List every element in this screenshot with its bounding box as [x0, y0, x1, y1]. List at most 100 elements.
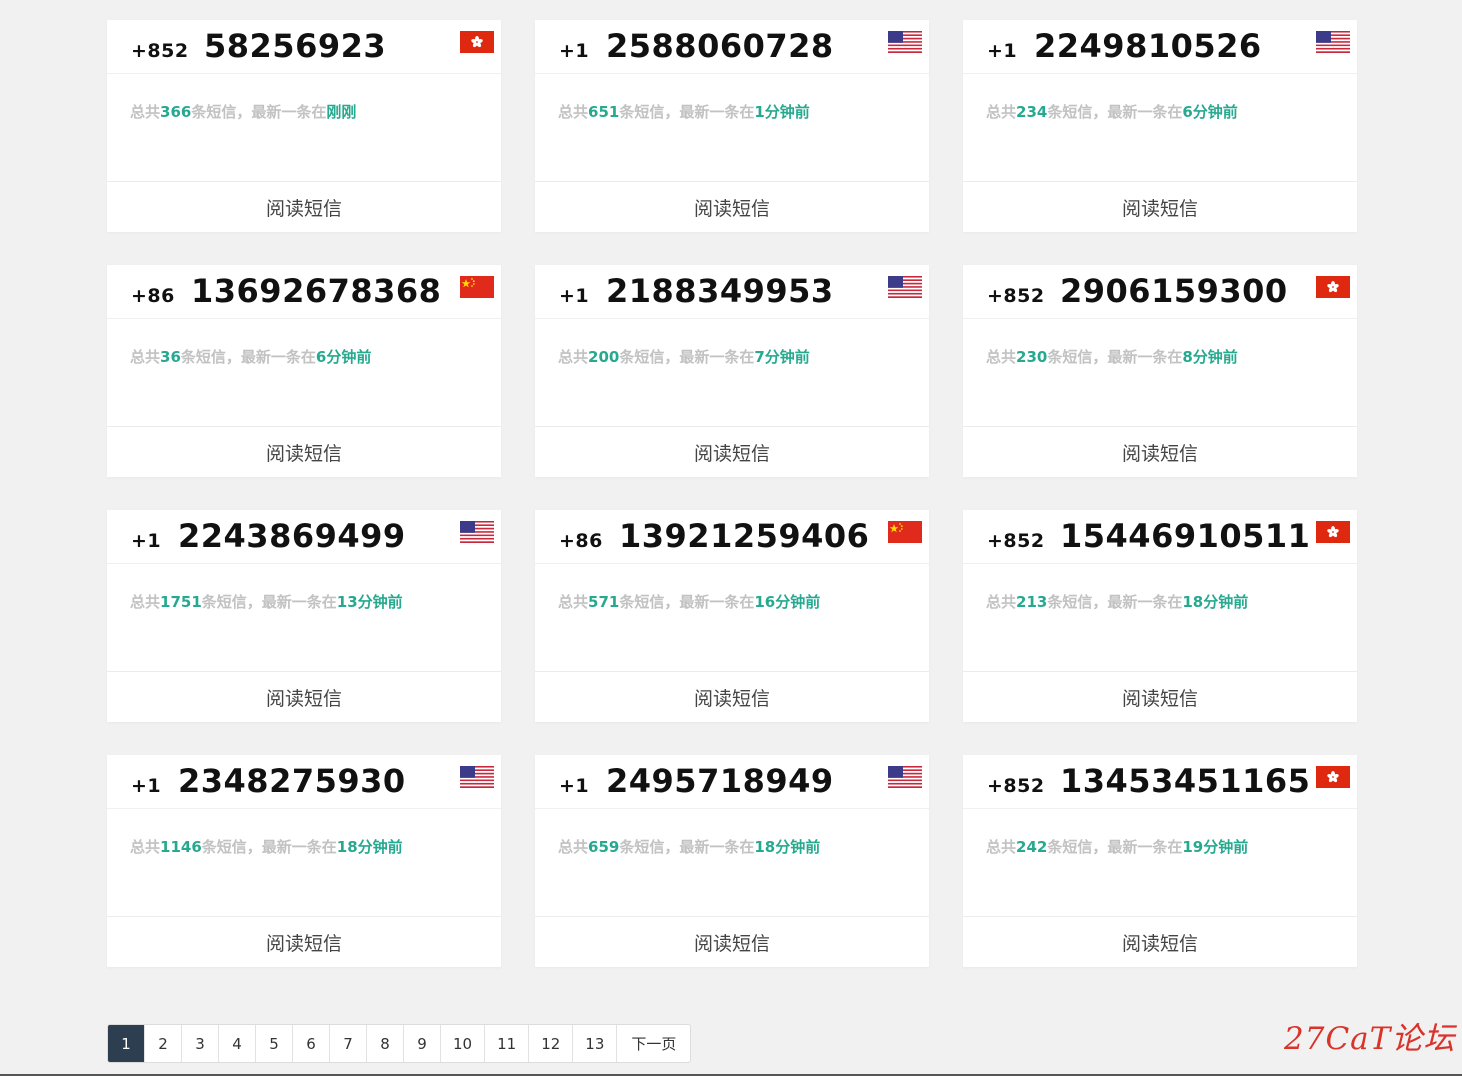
sms-count: 36: [160, 348, 181, 366]
read-sms-button[interactable]: 阅读短信: [963, 917, 1357, 967]
summary-prefix: 总共: [558, 103, 589, 121]
card-header: +86 13921259406: [535, 510, 929, 564]
page-button-10[interactable]: 10: [441, 1025, 486, 1062]
card-header: +1 2495718949: [535, 755, 929, 809]
latest-time: 19分钟前: [1182, 838, 1249, 856]
page-button-6[interactable]: 6: [293, 1025, 330, 1062]
summary-prefix: 总共: [986, 838, 1017, 856]
hk-flag-icon: [1316, 521, 1350, 543]
phone-number: 13692678368: [191, 272, 442, 310]
us-flag-icon: [460, 766, 494, 788]
summary-prefix: 总共: [130, 348, 161, 366]
card-header: +852 13453451165: [963, 755, 1357, 809]
page-button-4[interactable]: 4: [219, 1025, 256, 1062]
summary-middle: 条短信，最新一条在: [1047, 103, 1183, 121]
summary-prefix: 总共: [986, 348, 1017, 366]
sms-summary: 总共571条短信，最新一条在16分钟前: [558, 591, 820, 612]
summary-middle: 条短信，最新一条在: [1047, 593, 1183, 611]
sms-count: 1751: [160, 593, 202, 611]
sms-count: 200: [588, 348, 620, 366]
read-sms-button[interactable]: 阅读短信: [963, 672, 1357, 722]
page-button-13[interactable]: 13: [573, 1025, 618, 1062]
latest-time: 18分钟前: [336, 838, 403, 856]
phone-number: 2348275930: [178, 762, 406, 800]
page-button-12[interactable]: 12: [529, 1025, 574, 1062]
latest-time: 7分钟前: [754, 348, 810, 366]
number-card: +86 13692678368 总共36条短信，最新一条在6分钟前 阅读短信: [107, 265, 501, 477]
page-button-5[interactable]: 5: [256, 1025, 293, 1062]
card-body: 总共200条短信，最新一条在7分钟前: [535, 319, 929, 427]
sms-count: 230: [1016, 348, 1048, 366]
country-code: +86: [559, 530, 603, 552]
sms-count: 1146: [160, 838, 202, 856]
number-card: +852 58256923 总共366条短信，最新一条在刚刚 阅读短信: [107, 20, 501, 232]
sms-count: 242: [1016, 838, 1048, 856]
number-card: +852 13453451165 总共242条短信，最新一条在19分钟前 阅读短…: [963, 755, 1357, 967]
number-card: +852 15446910511 总共213条短信，最新一条在18分钟前 阅读短…: [963, 510, 1357, 722]
page-button-3[interactable]: 3: [182, 1025, 219, 1062]
latest-time: 1分钟前: [754, 103, 810, 121]
card-body: 总共213条短信，最新一条在18分钟前: [963, 564, 1357, 672]
summary-middle: 条短信，最新一条在: [619, 103, 755, 121]
summary-prefix: 总共: [558, 348, 589, 366]
card-header: +1 2249810526: [963, 20, 1357, 74]
card-body: 总共36条短信，最新一条在6分钟前: [107, 319, 501, 427]
summary-prefix: 总共: [986, 593, 1017, 611]
card-header: +1 2188349953: [535, 265, 929, 319]
us-flag-icon: [888, 31, 922, 53]
summary-prefix: 总共: [130, 593, 161, 611]
us-flag-icon: [888, 766, 922, 788]
page-button-2[interactable]: 2: [145, 1025, 182, 1062]
page-button-7[interactable]: 7: [330, 1025, 367, 1062]
read-sms-button[interactable]: 阅读短信: [963, 427, 1357, 477]
phone-number: 2249810526: [1034, 27, 1262, 65]
sms-summary: 总共230条短信，最新一条在8分钟前: [986, 346, 1238, 367]
latest-time: 16分钟前: [754, 593, 821, 611]
summary-prefix: 总共: [558, 593, 589, 611]
us-flag-icon: [888, 276, 922, 298]
read-sms-button[interactable]: 阅读短信: [107, 427, 501, 477]
latest-time: 刚刚: [326, 103, 357, 121]
watermark-logo: 27CaT论坛: [1284, 1021, 1456, 1057]
summary-middle: 条短信，最新一条在: [191, 103, 327, 121]
card-body: 总共651条短信，最新一条在1分钟前: [535, 74, 929, 182]
sms-summary: 总共36条短信，最新一条在6分钟前: [130, 346, 371, 367]
read-sms-button[interactable]: 阅读短信: [535, 917, 929, 967]
number-card-grid: +852 58256923 总共366条短信，最新一条在刚刚 阅读短信 +1 2…: [107, 20, 1357, 967]
country-code: +1: [559, 285, 590, 307]
latest-time: 8分钟前: [1182, 348, 1238, 366]
card-body: 总共366条短信，最新一条在刚刚: [107, 74, 501, 182]
read-sms-button[interactable]: 阅读短信: [107, 672, 501, 722]
page-button-11[interactable]: 11: [485, 1025, 530, 1062]
latest-time: 6分钟前: [315, 348, 372, 366]
sms-count: 651: [588, 103, 620, 121]
card-body: 总共230条短信，最新一条在8分钟前: [963, 319, 1357, 427]
sms-summary: 总共651条短信，最新一条在1分钟前: [558, 101, 810, 122]
sms-summary: 总共234条短信，最新一条在6分钟前: [986, 101, 1238, 122]
read-sms-button[interactable]: 阅读短信: [535, 182, 929, 232]
summary-middle: 条短信，最新一条在: [619, 593, 755, 611]
us-flag-icon: [460, 521, 494, 543]
sms-summary: 总共1146条短信，最新一条在18分钟前: [130, 836, 403, 857]
read-sms-button[interactable]: 阅读短信: [535, 672, 929, 722]
sms-count: 234: [1016, 103, 1048, 121]
page-button-9[interactable]: 9: [404, 1025, 441, 1062]
latest-time: 13分钟前: [336, 593, 403, 611]
read-sms-button[interactable]: 阅读短信: [535, 427, 929, 477]
read-sms-button[interactable]: 阅读短信: [107, 182, 501, 232]
summary-middle: 条短信，最新一条在: [619, 348, 755, 366]
hk-flag-icon: [1316, 766, 1350, 788]
phone-number: 2906159300: [1060, 272, 1288, 310]
phone-number: 58256923: [204, 27, 387, 65]
page-button-8[interactable]: 8: [367, 1025, 404, 1062]
us-flag-icon: [1316, 31, 1350, 53]
sms-summary: 总共1751条短信，最新一条在13分钟前: [130, 591, 403, 612]
phone-number: 2243869499: [178, 517, 406, 555]
read-sms-button[interactable]: 阅读短信: [107, 917, 501, 967]
card-body: 总共659条短信，最新一条在18分钟前: [535, 809, 929, 917]
page-button-1[interactable]: 1: [108, 1025, 145, 1062]
sms-summary: 总共242条短信，最新一条在19分钟前: [986, 836, 1248, 857]
country-code: +86: [131, 285, 175, 307]
read-sms-button[interactable]: 阅读短信: [963, 182, 1357, 232]
next-page-button[interactable]: 下一页: [617, 1025, 690, 1062]
